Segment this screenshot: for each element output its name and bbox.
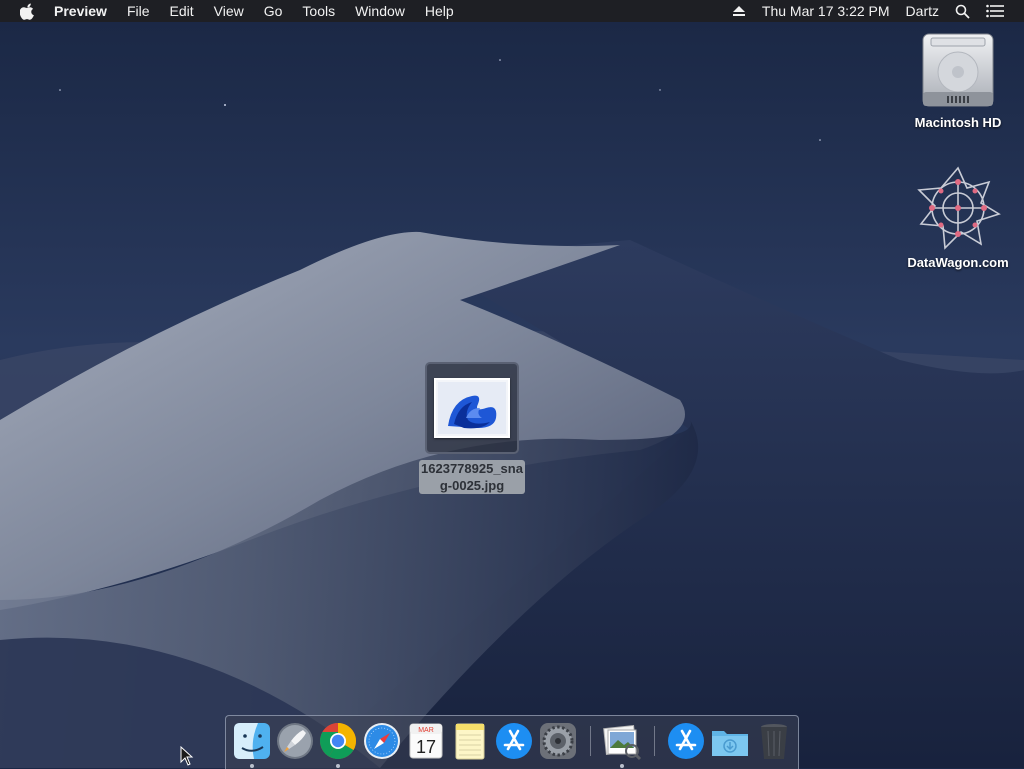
dock-item-notes[interactable] bbox=[450, 721, 490, 761]
menu-window[interactable]: Window bbox=[345, 0, 415, 22]
dock-item-app-store[interactable] bbox=[494, 721, 534, 761]
launchpad-icon bbox=[277, 723, 313, 759]
calendar-icon: MAR 17 bbox=[409, 723, 443, 759]
desktop-icon-label: DataWagon.com bbox=[907, 255, 1009, 270]
jpg-thumbnail-icon bbox=[434, 378, 510, 438]
notes-icon bbox=[455, 723, 485, 760]
dock-item-finder[interactable] bbox=[232, 721, 272, 768]
downloads-folder-icon bbox=[712, 731, 748, 756]
safari-icon bbox=[364, 723, 400, 759]
dock-item-calendar[interactable]: MAR 17 bbox=[406, 721, 446, 761]
menu-edit[interactable]: Edit bbox=[160, 0, 204, 22]
menu-file[interactable]: File bbox=[117, 0, 160, 22]
menu-bar: Preview File Edit View Go Tools Window H… bbox=[0, 0, 1024, 22]
dock-separator bbox=[590, 726, 591, 756]
menu-app-name[interactable]: Preview bbox=[54, 0, 117, 22]
calendar-day: 17 bbox=[416, 737, 436, 757]
notification-center-icon[interactable] bbox=[978, 4, 1012, 18]
dock-item-system-preferences[interactable] bbox=[538, 721, 578, 761]
desktop-icon-datawagon[interactable]: DataWagon.com bbox=[900, 166, 1016, 270]
menu-go[interactable]: Go bbox=[254, 0, 293, 22]
dock-item-chrome[interactable] bbox=[318, 721, 358, 768]
calendar-month: MAR bbox=[418, 727, 434, 734]
system-preferences-icon bbox=[540, 723, 576, 759]
menu-user[interactable]: Dartz bbox=[898, 0, 947, 22]
spotlight-search-icon[interactable] bbox=[947, 4, 978, 19]
dock-item-preview[interactable] bbox=[602, 721, 642, 768]
dock-item-downloads[interactable] bbox=[710, 721, 750, 761]
dock-item-trash[interactable] bbox=[754, 721, 794, 761]
file-name-label: 1623778925_sna g-0025.jpg bbox=[419, 460, 525, 494]
menu-help[interactable]: Help bbox=[415, 0, 464, 22]
file-name-line2: g-0025.jpg bbox=[439, 478, 505, 493]
network-server-icon bbox=[917, 166, 1001, 250]
menu-view[interactable]: View bbox=[204, 0, 254, 22]
dock-item-safari[interactable] bbox=[362, 721, 402, 761]
chrome-icon bbox=[319, 723, 357, 760]
menu-clock[interactable]: Thu Mar 17 3:22 PM bbox=[754, 0, 898, 22]
desktop-icon-macintosh-hd[interactable]: Macintosh HD bbox=[906, 30, 1010, 130]
dock-item-applications[interactable] bbox=[666, 721, 706, 761]
trash-icon bbox=[761, 724, 787, 759]
running-indicator bbox=[336, 764, 340, 768]
mouse-cursor-icon bbox=[180, 746, 194, 766]
desktop-icon-label: Macintosh HD bbox=[914, 115, 1002, 130]
running-indicator bbox=[250, 764, 254, 768]
menu-tools[interactable]: Tools bbox=[292, 0, 345, 22]
running-indicator bbox=[620, 764, 624, 768]
file-selection-frame bbox=[425, 362, 519, 454]
finder-icon bbox=[234, 723, 270, 759]
eject-icon[interactable] bbox=[724, 5, 754, 17]
app-store-icon bbox=[496, 723, 532, 759]
applications-stack-icon bbox=[668, 723, 704, 759]
file-name-line1: 1623778925_sna bbox=[421, 461, 523, 476]
dock-item-launchpad[interactable] bbox=[275, 721, 315, 761]
apple-menu-icon[interactable] bbox=[16, 3, 38, 20]
desktop-file-jpg[interactable]: 1623778925_sna g-0025.jpg bbox=[412, 362, 532, 495]
dock-separator bbox=[654, 726, 655, 756]
dock: MAR 17 bbox=[225, 715, 799, 769]
preview-icon bbox=[603, 724, 642, 761]
hard-drive-icon bbox=[922, 33, 994, 107]
